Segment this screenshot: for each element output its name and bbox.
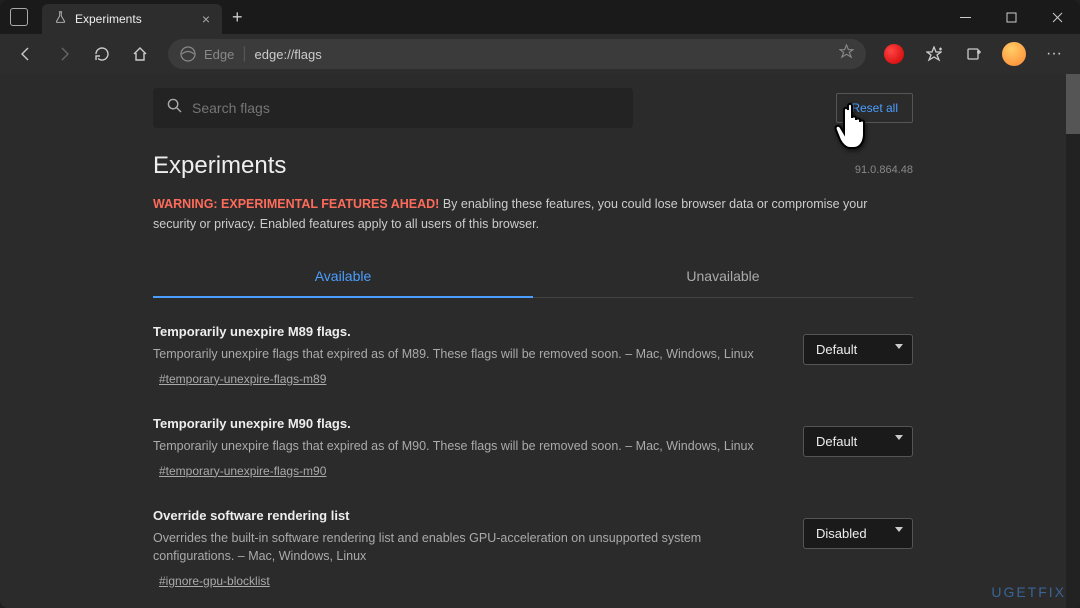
address-site-label: Edge	[204, 47, 234, 62]
favorites-button[interactable]	[916, 36, 952, 72]
scrollbar[interactable]	[1066, 74, 1080, 608]
flag-title: Temporarily unexpire M90 flags.	[153, 416, 783, 431]
browser-window: Experiments × + Edge | edge://flags ···	[0, 0, 1080, 608]
tabs-row: Available Unavailable	[153, 256, 913, 298]
flag-select[interactable]: Default	[803, 426, 913, 457]
tab-available[interactable]: Available	[153, 256, 533, 298]
search-input[interactable]	[192, 100, 619, 116]
extension-button[interactable]	[876, 36, 912, 72]
content-scroll[interactable]: Reset all Experiments 91.0.864.48 WARNIN…	[0, 74, 1066, 608]
content-area: Reset all Experiments 91.0.864.48 WARNIN…	[0, 74, 1080, 608]
minimize-button[interactable]	[942, 2, 988, 32]
home-button[interactable]	[122, 36, 158, 72]
flag-description: Temporarily unexpire flags that expired …	[153, 345, 783, 364]
flag-item: Accelerated 2D canvas Enables the use of…	[153, 604, 913, 608]
favorite-icon[interactable]	[839, 44, 854, 64]
close-button[interactable]	[1034, 2, 1080, 32]
address-bar[interactable]: Edge | edge://flags	[168, 39, 866, 69]
flag-item: Temporarily unexpire M89 flags. Temporar…	[153, 310, 913, 402]
flag-item: Temporarily unexpire M90 flags. Temporar…	[153, 402, 913, 494]
edge-icon	[180, 46, 196, 62]
warning-text: WARNING: EXPERIMENTAL FEATURES AHEAD! By…	[153, 194, 913, 234]
forward-button[interactable]	[46, 36, 82, 72]
flag-anchor-link[interactable]: #temporary-unexpire-flags-m89	[159, 372, 326, 386]
page-title: Experiments	[153, 152, 286, 180]
flag-select[interactable]: Disabled	[803, 518, 913, 549]
tab-actions-icon[interactable]	[10, 8, 28, 26]
flag-description: Overrides the built-in software renderin…	[153, 529, 783, 567]
refresh-button[interactable]	[84, 36, 120, 72]
avatar-icon	[1002, 42, 1026, 66]
browser-tab[interactable]: Experiments ×	[42, 4, 222, 34]
maximize-button[interactable]	[988, 2, 1034, 32]
flag-title: Override software rendering list	[153, 508, 783, 523]
toolbar: Edge | edge://flags ···	[0, 34, 1080, 74]
flag-title: Temporarily unexpire M89 flags.	[153, 324, 783, 339]
flag-select[interactable]: Default	[803, 334, 913, 365]
flags-list: Temporarily unexpire M89 flags. Temporar…	[153, 310, 913, 608]
tab-title: Experiments	[75, 12, 194, 26]
back-button[interactable]	[8, 36, 44, 72]
window-controls	[942, 2, 1080, 32]
scrollbar-thumb[interactable]	[1066, 74, 1080, 134]
menu-button[interactable]: ···	[1036, 36, 1072, 72]
flag-item: Override software rendering list Overrid…	[153, 494, 913, 605]
flag-anchor-link[interactable]: #temporary-unexpire-flags-m90	[159, 464, 326, 478]
profile-button[interactable]	[996, 36, 1032, 72]
tab-unavailable[interactable]: Unavailable	[533, 256, 913, 297]
flask-icon	[54, 11, 67, 27]
tab-close-icon[interactable]: ×	[202, 11, 210, 27]
version-label: 91.0.864.48	[855, 164, 913, 176]
address-separator: |	[242, 45, 246, 63]
flag-anchor-link[interactable]: #ignore-gpu-blocklist	[159, 574, 270, 588]
collections-button[interactable]	[956, 36, 992, 72]
watermark: UGETFIX	[991, 584, 1066, 600]
reset-all-button[interactable]: Reset all	[836, 93, 913, 123]
address-url: edge://flags	[255, 47, 322, 62]
flag-description: Temporarily unexpire flags that expired …	[153, 437, 783, 456]
warning-prefix: WARNING: EXPERIMENTAL FEATURES AHEAD!	[153, 197, 439, 211]
titlebar: Experiments × +	[0, 0, 1080, 34]
search-box[interactable]	[153, 88, 633, 128]
search-icon	[167, 98, 182, 118]
new-tab-button[interactable]: +	[232, 7, 243, 28]
extension-icon-red	[884, 44, 904, 64]
